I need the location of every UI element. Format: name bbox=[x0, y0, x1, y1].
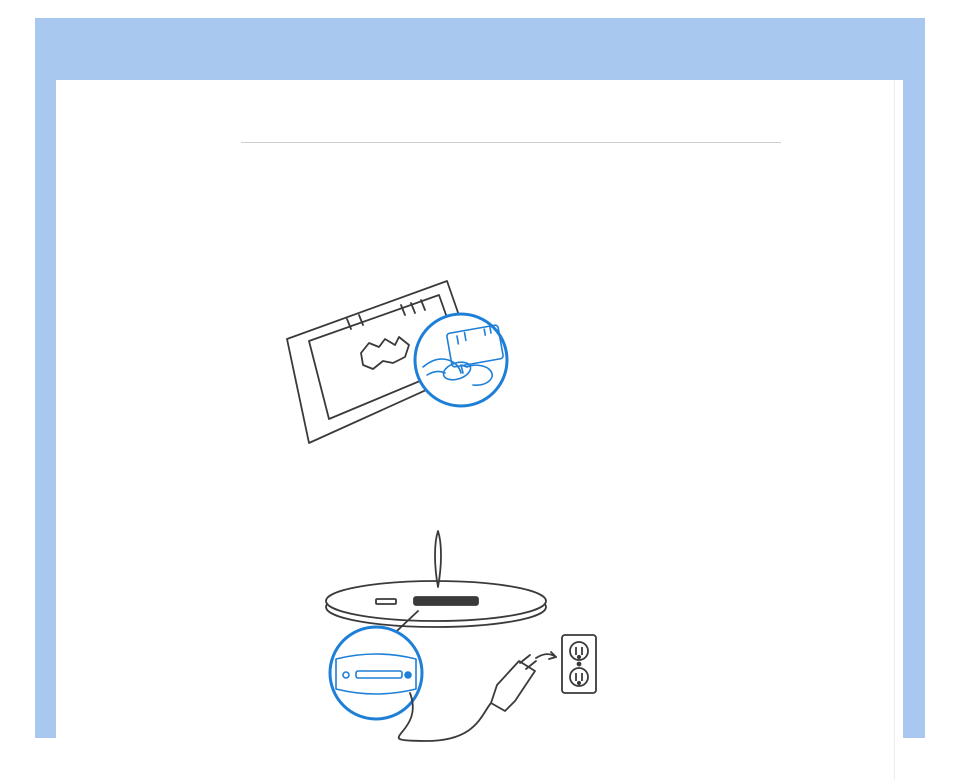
frame-stand-svg bbox=[251, 275, 531, 455]
wall-outlet-icon bbox=[562, 635, 596, 693]
frame-power-svg bbox=[306, 525, 606, 745]
callout-circle-icon bbox=[330, 627, 422, 719]
section-rule bbox=[241, 142, 781, 143]
document-page bbox=[56, 80, 903, 780]
callout-circle-icon bbox=[415, 314, 507, 406]
viewer-frame bbox=[35, 18, 925, 738]
illustration-frame-stand bbox=[251, 275, 531, 455]
illustration-frame-power bbox=[306, 525, 606, 745]
page-right-divider bbox=[894, 80, 895, 780]
power-adapter-icon bbox=[491, 652, 556, 711]
